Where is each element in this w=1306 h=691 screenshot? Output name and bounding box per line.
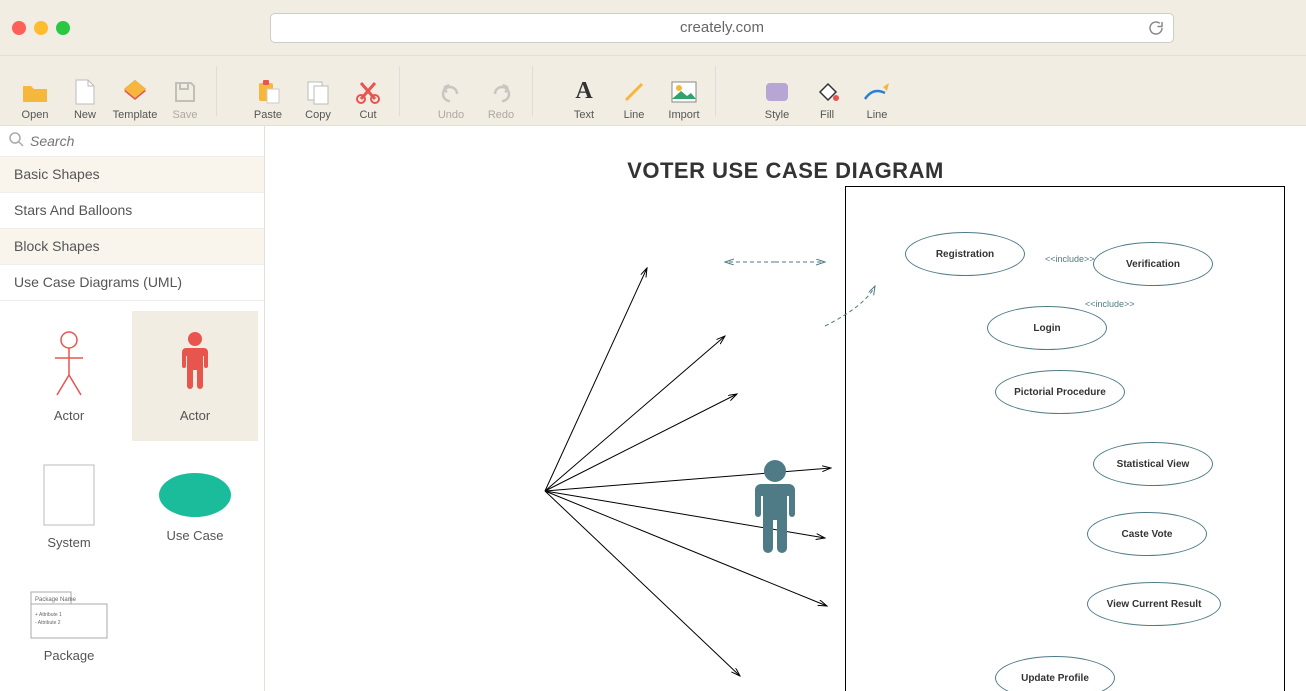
usecase-statistical[interactable]: Statistical View [1093, 442, 1213, 486]
url-bar[interactable]: creately.com [270, 13, 1174, 43]
shape-actor-solid[interactable]: Actor [132, 311, 258, 441]
save-button[interactable]: Save [160, 61, 210, 121]
shapes-grid: Actor Actor System Use Case Package Name… [0, 301, 264, 691]
folder-icon [21, 79, 49, 105]
undo-button[interactable]: Undo [426, 61, 476, 121]
maximize-window-button[interactable] [56, 21, 70, 35]
usecase-pictorial[interactable]: Pictorial Procedure [995, 370, 1125, 414]
paste-button[interactable]: Paste [243, 61, 293, 121]
copy-button[interactable]: Copy [293, 61, 343, 121]
pencil-icon [863, 79, 891, 105]
shape-actor-stick[interactable]: Actor [6, 311, 132, 441]
redo-icon [487, 79, 515, 105]
search-icon [8, 131, 24, 150]
sidebar: Basic Shapes Stars And Balloons Block Sh… [0, 126, 265, 691]
toolbar: Open New Template Save Paste Copy Cut Un… [0, 56, 1306, 126]
line-icon [620, 79, 648, 105]
undo-icon [437, 79, 465, 105]
line-style-button[interactable]: Line [852, 61, 902, 121]
copy-icon [304, 79, 332, 105]
toolbar-separator [216, 66, 217, 116]
style-button[interactable]: Style [752, 61, 802, 121]
traffic-lights [12, 21, 70, 35]
save-icon [171, 79, 199, 105]
open-button[interactable]: Open [10, 61, 60, 121]
shape-package[interactable]: Package Name+ Attribute 1- Attribute 2 P… [6, 571, 132, 681]
toolbar-separator [715, 66, 716, 116]
new-button[interactable]: New [60, 61, 110, 121]
redo-button[interactable]: Redo [476, 61, 526, 121]
refresh-icon[interactable] [1147, 19, 1165, 41]
usecase-login[interactable]: Login [987, 306, 1107, 350]
svg-text:+ Attribute 1: + Attribute 1 [35, 612, 62, 618]
url-text: creately.com [680, 19, 764, 36]
svg-text:- Attribute 2: - Attribute 2 [35, 620, 61, 626]
category-stars-balloons[interactable]: Stars And Balloons [0, 193, 264, 229]
window-titlebar: creately.com [0, 0, 1306, 56]
line-button[interactable]: Line [609, 61, 659, 121]
template-button[interactable]: Template [110, 61, 160, 121]
paste-icon [254, 79, 282, 105]
category-use-case-uml[interactable]: Use Case Diagrams (UML) [0, 265, 264, 301]
file-icon [71, 79, 99, 105]
svg-text:Package Name: Package Name [35, 597, 77, 603]
category-block-shapes[interactable]: Block Shapes [0, 229, 264, 265]
fill-button[interactable]: Fill [802, 61, 852, 121]
cut-icon [354, 79, 382, 105]
main-area: Basic Shapes Stars And Balloons Block Sh… [0, 126, 1306, 691]
style-icon [763, 79, 791, 105]
usecase-vote[interactable]: Caste Vote [1087, 512, 1207, 556]
shape-system[interactable]: System [6, 441, 132, 571]
fill-icon [813, 79, 841, 105]
usecase-result[interactable]: View Current Result [1087, 582, 1221, 626]
toolbar-separator [399, 66, 400, 116]
search-input[interactable] [24, 133, 256, 149]
canvas[interactable]: VOTER USE CASE DIAGRAM <<include>> <<inc… [265, 126, 1306, 691]
cut-button[interactable]: Cut [343, 61, 393, 121]
toolbar-separator [532, 66, 533, 116]
text-icon: A [570, 79, 598, 105]
category-basic-shapes[interactable]: Basic Shapes [0, 157, 264, 193]
close-window-button[interactable] [12, 21, 26, 35]
diagram-title: VOTER USE CASE DIAGRAM [265, 158, 1306, 184]
usecase-verification[interactable]: Verification [1093, 242, 1213, 286]
search-row [0, 126, 264, 157]
import-button[interactable]: Import [659, 61, 709, 121]
text-button[interactable]: A Text [559, 61, 609, 121]
include-label: <<include>> [1045, 254, 1095, 264]
minimize-window-button[interactable] [34, 21, 48, 35]
include-label: <<include>> [1085, 299, 1135, 309]
shape-use-case[interactable]: Use Case [132, 441, 258, 571]
usecase-registration[interactable]: Registration [905, 232, 1025, 276]
actor-voter[interactable] [745, 458, 805, 571]
template-icon [121, 79, 149, 105]
image-icon [670, 79, 698, 105]
